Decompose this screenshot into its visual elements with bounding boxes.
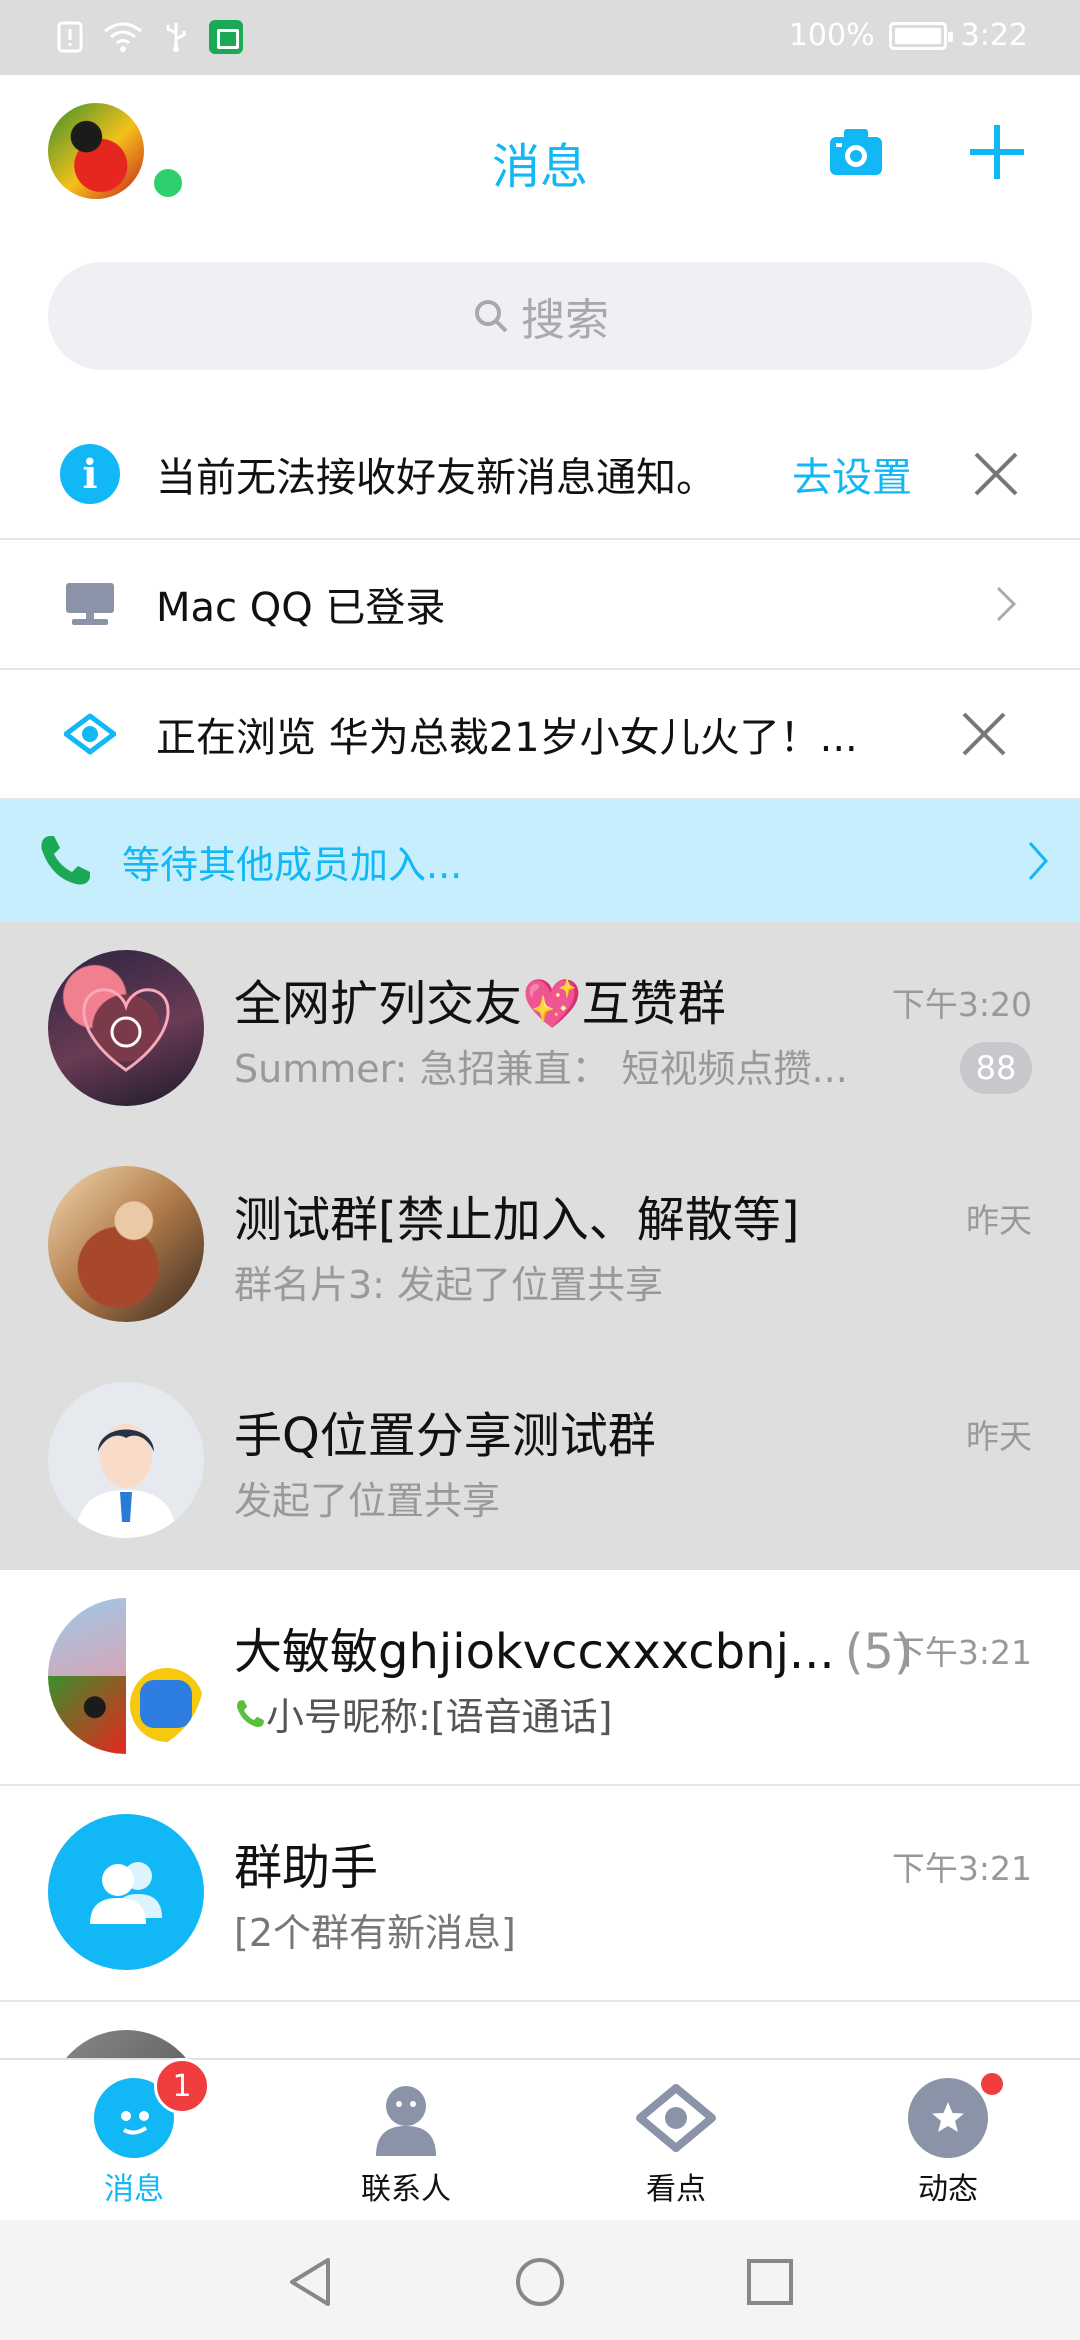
top-header: 消息	[0, 75, 1080, 250]
page-title: 消息	[491, 139, 588, 195]
conversation-name-text: 大敏敏ghjiokvccxxxcbnj...	[234, 1624, 835, 1680]
list-divider	[0, 2000, 1080, 2002]
conversation-item[interactable]: 大敏敏ghjiokvccxxxcbnj... (5) 小号昵称:[语音通话] 下…	[0, 1570, 1080, 1786]
home-icon[interactable]	[514, 2256, 566, 2308]
search-icon	[475, 300, 508, 333]
group-call-bar[interactable]: 等待其他成员加入...	[0, 800, 1080, 922]
tab-label: 动态	[918, 2172, 978, 2207]
conversation-name: 大敏敏ghjiokvccxxxcbnj... (5)	[234, 1612, 913, 1682]
group-avatar	[48, 950, 204, 1106]
chat-bubble-icon: 1	[94, 2058, 210, 2158]
info-icon: i	[60, 444, 120, 504]
recents-icon[interactable]	[746, 2258, 794, 2306]
group-assistant-avatar	[48, 1814, 204, 1970]
conversation-time: 昨天	[966, 1417, 1032, 1456]
back-icon[interactable]	[286, 2256, 334, 2308]
conversation-last-message: 发起了位置共享	[234, 1479, 501, 1523]
eye-icon	[64, 713, 116, 755]
system-navigation-bar	[0, 2220, 1080, 2340]
conversation-last-message-text: 小号昵称:[语音通话]	[266, 1695, 613, 1739]
conversation-time: 下午3:21	[891, 1633, 1032, 1672]
new-activity-dot	[978, 2070, 1006, 2098]
tab-label: 联系人	[361, 2172, 451, 2207]
unread-count-badge: 88	[960, 1042, 1032, 1094]
computer-icon	[66, 583, 114, 625]
conversation-name: 手Q位置分享测试群	[234, 1408, 656, 1464]
star-icon	[908, 2070, 1006, 2158]
sim-alert-icon	[57, 21, 83, 53]
eye-icon	[636, 2078, 716, 2158]
browsing-row[interactable]: 正在浏览 华为总裁21岁小女儿火了！...	[0, 670, 1080, 800]
browsing-text: 正在浏览 华为总裁21岁小女儿火了！...	[156, 715, 858, 761]
usb-icon	[166, 23, 186, 52]
contacts-icon	[366, 2078, 446, 2158]
conversation-name: 群助手	[234, 1840, 379, 1896]
notification-warning-row: i 当前无法接收好友新消息通知。 去设置	[0, 410, 1080, 540]
default-person-avatar	[48, 1382, 204, 1538]
camera-icon[interactable]	[828, 127, 884, 177]
notification-warning-text: 当前无法接收好友新消息通知。	[156, 455, 716, 501]
conversation-item[interactable]: 群助手 [2个群有新消息] 下午3:21	[0, 1786, 1080, 2002]
wifi-icon	[104, 22, 142, 52]
group-avatar	[48, 1166, 204, 1322]
tab-messages[interactable]: 1 消息	[44, 2058, 224, 2208]
close-icon[interactable]	[972, 450, 1020, 498]
tab-kandian[interactable]: 看点	[586, 2078, 766, 2208]
conversation-item[interactable]: 手Q位置分享测试群 发起了位置共享 昨天	[0, 1354, 1080, 1570]
next-conversation-avatar-partial	[48, 2030, 204, 2058]
add-plus-icon[interactable]	[968, 123, 1026, 181]
phone-icon	[237, 1699, 264, 1727]
mac-login-text: Mac QQ 已登录	[156, 585, 446, 631]
conversation-item[interactable]: 全网扩列交友💖互赞群 Summer: 急招兼直： 短视频点攒... 下午3:20…	[0, 922, 1080, 1138]
group-avatar-collage	[48, 1598, 204, 1754]
bottom-navigation: 1 消息 联系人 看点 动态	[0, 2058, 1080, 2220]
conversation-time: 下午3:20	[891, 985, 1032, 1024]
phone-icon	[41, 836, 90, 885]
conversation-last-message: [2个群有新消息]	[234, 1911, 516, 1955]
tab-label: 消息	[104, 2172, 164, 2207]
conversation-item[interactable]: 测试群[禁止加入、解散等] 群名片3: 发起了位置共享 昨天	[0, 1138, 1080, 1354]
battery-percent: 100%	[788, 18, 875, 53]
conversation-name: 测试群[禁止加入、解散等]	[234, 1192, 800, 1248]
chevron-right-icon	[1028, 842, 1049, 880]
clock: 3:22	[960, 18, 1028, 53]
conversation-time: 昨天	[966, 1201, 1032, 1240]
chevron-right-icon	[996, 586, 1017, 622]
tab-contacts[interactable]: 联系人	[316, 2078, 496, 2208]
go-settings-link[interactable]: 去设置	[792, 445, 912, 503]
battery-icon	[888, 21, 953, 50]
status-bar: 100% 3:22	[0, 0, 1080, 75]
app-notification-icon	[209, 20, 243, 54]
tab-label: 看点	[646, 2172, 706, 2207]
conversation-last-message: 群名片3: 发起了位置共享	[234, 1263, 664, 1307]
conversation-time: 下午3:21	[891, 1849, 1032, 1888]
group-icon	[90, 1862, 162, 1924]
unread-badge: 1	[154, 2058, 210, 2114]
search-placeholder: 搜索	[521, 295, 609, 346]
conversation-last-message: Summer: 急招兼直： 短视频点攒...	[234, 1047, 848, 1091]
mac-login-row[interactable]: Mac QQ 已登录	[0, 540, 1080, 670]
conversation-name: 全网扩列交友💖互赞群	[234, 976, 726, 1032]
tab-dynamic[interactable]: 动态	[858, 2070, 1038, 2208]
conversation-last-message: 小号昵称:[语音通话]	[234, 1686, 612, 1741]
call-waiting-text: 等待其他成员加入...	[122, 842, 463, 887]
search-bar[interactable]: 搜索	[48, 262, 1032, 370]
close-icon[interactable]	[960, 710, 1008, 758]
